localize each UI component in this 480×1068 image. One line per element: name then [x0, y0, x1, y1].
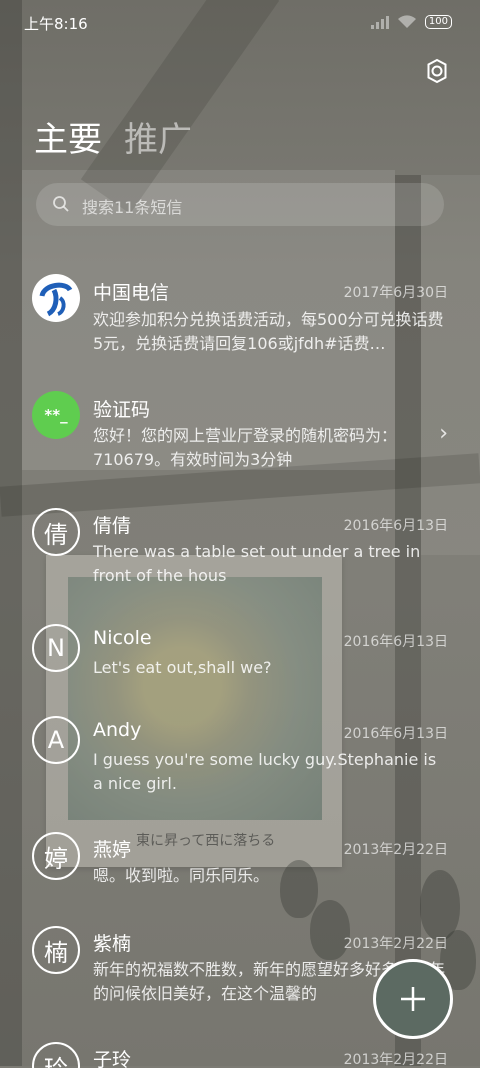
- conversation-name: 中国电信: [93, 282, 170, 304]
- china-telecom-logo-icon: [32, 274, 80, 322]
- conversation-item[interactable]: 婷 燕婷 2013年2月22日 嗯。收到啦。同乐同乐。: [0, 818, 480, 912]
- conversation-item[interactable]: N Nicole 2016年6月13日 Let's eat out,shall …: [0, 610, 480, 702]
- conversation-name: 紫楠: [93, 933, 132, 955]
- wifi-icon: [397, 15, 416, 28]
- conversation-name: 倩倩: [93, 515, 132, 537]
- tab-bar: 主要 推广: [34, 112, 192, 161]
- conversation-name: Nicole: [93, 627, 152, 649]
- conversation-date: 2013年2月22日: [343, 842, 448, 858]
- conversation-snippet: 嗯。收到啦。同乐同乐。: [93, 866, 270, 885]
- conversation-date: 2017年6月30日: [343, 285, 448, 301]
- conversation-date: 2016年6月13日: [343, 726, 448, 742]
- conversation-date: 2016年6月13日: [343, 634, 448, 650]
- conversation-item[interactable]: A Andy 2016年6月13日 I guess you're some lu…: [0, 702, 480, 818]
- conversation-date: 2016年6月13日: [343, 518, 448, 534]
- tab-primary[interactable]: 主要: [34, 112, 102, 161]
- conversation-name: 子玲: [93, 1049, 132, 1068]
- verification-code-avatar: **_: [32, 391, 80, 439]
- tab-promotions[interactable]: 推广: [124, 112, 192, 161]
- plus-icon: [401, 987, 425, 1011]
- conversation-item[interactable]: 倩 倩倩 2016年6月13日 There was a table set ou…: [0, 494, 480, 610]
- settings-gear-icon[interactable]: [424, 58, 450, 84]
- avatar: A: [32, 716, 80, 764]
- conversation-snippet: 您好！您的网上营业厅登录的随机密码为：710679。有效时间为3分钟: [93, 426, 398, 469]
- conversation-name: Andy: [93, 719, 142, 741]
- conversation-name: 验证码: [93, 399, 151, 421]
- status-bar: 上午8:16 100: [0, 0, 480, 46]
- search-placeholder: 搜索11条短信: [82, 198, 183, 217]
- conversation-name: 燕婷: [93, 839, 132, 861]
- avatar: 倩: [32, 508, 80, 556]
- battery-icon: 100: [424, 15, 452, 29]
- conversation-snippet: There was a table set out under a tree i…: [93, 542, 421, 585]
- conversation-item[interactable]: 中国电信 2017年6月30日 欢迎参加积分兑换话费活动，每500分可兑换话费5…: [0, 262, 480, 378]
- conversation-snippet: I guess you're some lucky guy.Stephanie …: [93, 750, 437, 793]
- conversation-item[interactable]: **_ 验证码 您好！您的网上营业厅登录的随机密码为：710679。有效时间为3…: [0, 378, 480, 494]
- avatar: 玲: [32, 1042, 80, 1068]
- avatar: 楠: [32, 926, 80, 974]
- avatar: N: [32, 624, 80, 672]
- search-bar[interactable]: 搜索11条短信: [36, 183, 444, 226]
- signal-icon: [370, 15, 389, 29]
- conversation-date: 2013年2月22日: [343, 936, 448, 952]
- conversation-date: 2013年2月22日: [343, 1052, 448, 1068]
- new-message-button[interactable]: [373, 959, 453, 1039]
- avatar: 婷: [32, 832, 80, 880]
- conversation-snippet: Let's eat out,shall we?: [93, 658, 272, 677]
- chevron-right-icon[interactable]: ›: [439, 421, 448, 446]
- search-icon: [53, 196, 69, 212]
- conversation-snippet: 欢迎参加积分兑换话费活动，每500分可兑换话费5元，兑换话费请回复106或jfd…: [93, 310, 444, 353]
- status-time: 上午8:16: [24, 15, 88, 33]
